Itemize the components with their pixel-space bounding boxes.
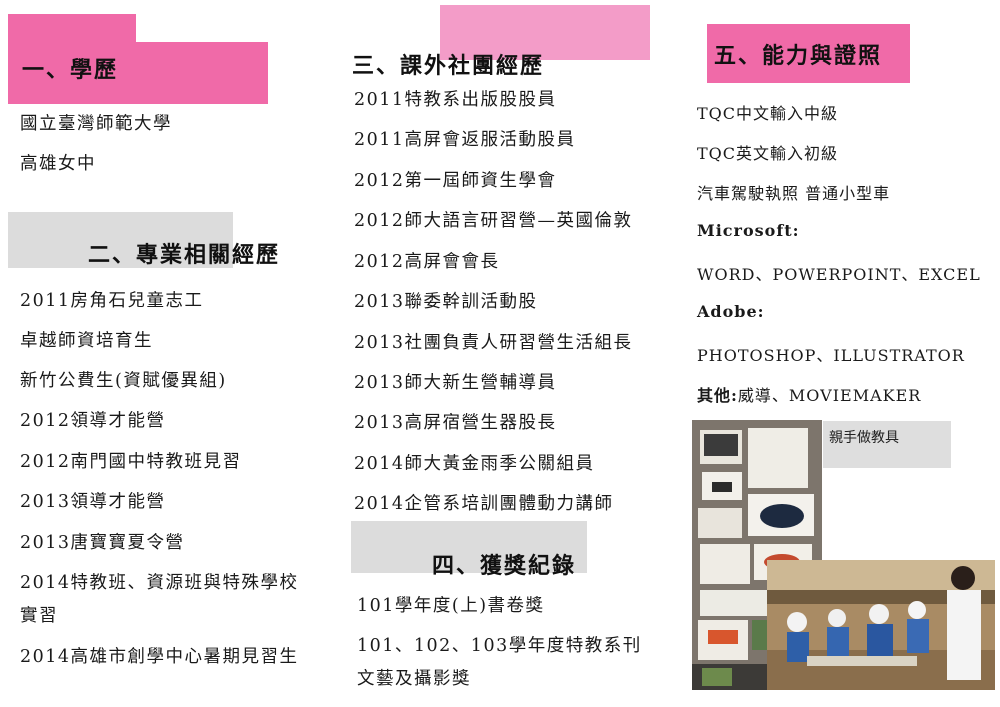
- microsoft-label: Microsoft:: [697, 221, 800, 240]
- award-title: 四、獲獎紀錄: [432, 553, 577, 579]
- award-item: 文藝及攝影獎: [357, 669, 471, 689]
- exp-item: 2013唐寶寶夏令營: [20, 533, 185, 553]
- exp-item: 2014高雄市創學中心暑期見習生: [20, 647, 299, 667]
- skill-title: 五、能力與證照: [714, 43, 883, 69]
- edu-item: 國立臺灣師範大學: [20, 114, 172, 134]
- club-item: 2013高屏宿營生器股長: [354, 413, 557, 433]
- club-title: 三、課外社團經歷: [352, 53, 545, 79]
- edu-header-bg-top: [8, 14, 136, 44]
- edu-item: 高雄女中: [20, 154, 96, 174]
- exp-item: 新竹公費生(資賦優異組): [20, 371, 227, 391]
- exp-item: 卓越師資培育生: [20, 331, 153, 351]
- club-item: 2014企管系培訓團體動力講師: [354, 494, 614, 514]
- club-item: 2011特教系出版股股員: [354, 90, 557, 110]
- microsoft-value: WORD、POWERPOINT、EXCEL: [697, 265, 981, 284]
- exp-item: 2012南門國中特教班見習: [20, 452, 242, 472]
- other-value: 威導、MOVIEMAKER: [737, 386, 922, 405]
- club-item: 2013聯委幹訓活動股: [354, 292, 538, 312]
- exp-title: 二、專業相關經歷: [88, 242, 281, 268]
- club-item: 2012高屏會會長: [354, 252, 500, 272]
- club-item: 2012第一屆師資生學會: [354, 171, 557, 191]
- club-item: 2013師大新生營輔導員: [354, 373, 557, 393]
- classroom-photo: [767, 560, 995, 690]
- other-label: 其他:: [697, 386, 738, 405]
- adobe-value: PHOTOSHOP、ILLUSTRATOR: [697, 346, 965, 365]
- skill-item: 汽車駕駛執照 普通小型車: [697, 184, 891, 203]
- award-item: 101學年度(上)書卷獎: [357, 596, 545, 616]
- exp-item: 2012領導才能營: [20, 411, 166, 431]
- skill-item: TQC中文輸入中級: [697, 104, 839, 123]
- exp-item: 2014特教班、資源班與特殊學校: [20, 573, 299, 593]
- club-item: 2012師大語言研習營—英國倫敦: [354, 211, 633, 231]
- award-item: 101、102、103學年度特教系刊: [357, 636, 642, 656]
- exp-item: 2011房角石兒童志工: [20, 291, 204, 311]
- classroom-photo-art: [767, 560, 995, 690]
- club-item: 2013社團負責人研習營生活組長: [354, 333, 633, 353]
- exp-item: 2013領導才能營: [20, 492, 166, 512]
- club-item: 2011高屏會返服活動股員: [354, 130, 576, 150]
- photo-caption: 親手做教具: [823, 421, 951, 468]
- club-item: 2014師大黃金雨季公關組員: [354, 454, 595, 474]
- edu-title: 一、學歷: [22, 57, 119, 83]
- adobe-label: Adobe:: [697, 302, 765, 321]
- skill-item: TQC英文輸入初級: [697, 144, 839, 163]
- other-line: 其他:威導、MOVIEMAKER: [697, 382, 921, 406]
- exp-item: 實習: [20, 606, 58, 626]
